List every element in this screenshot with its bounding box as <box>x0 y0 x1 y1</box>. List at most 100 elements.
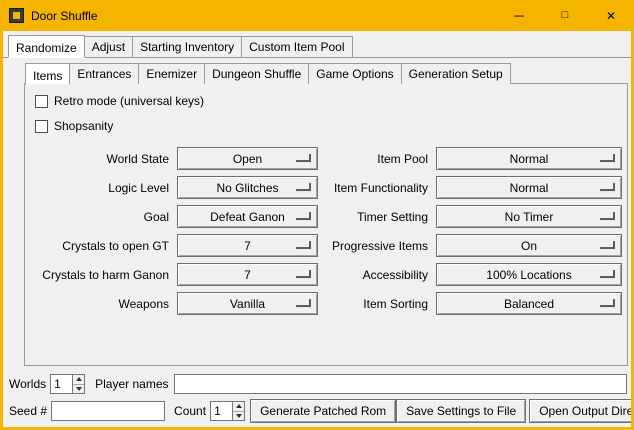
weapons-dropdown[interactable]: Vanilla <box>177 292 318 315</box>
dropdown-indicator-icon <box>600 299 615 307</box>
minimize-button[interactable]: ─ <box>496 0 542 31</box>
dropdown-indicator-icon <box>296 241 311 249</box>
goal-label: Goal <box>25 210 177 224</box>
dropdown-indicator-icon <box>600 241 615 249</box>
crystals-open-gt-label: Crystals to open GT <box>25 239 177 253</box>
close-icon: ✕ <box>606 9 616 23</box>
dropdown-indicator-icon <box>296 299 311 307</box>
world-state-dropdown[interactable]: Open <box>177 147 318 170</box>
outer-tab-bar: Randomize Adjust Starting Inventory Cust… <box>3 35 631 58</box>
generate-patched-rom-button[interactable]: Generate Patched Rom <box>250 399 396 423</box>
tab-custom-item-pool[interactable]: Custom Item Pool <box>241 36 352 57</box>
item-pool-dropdown[interactable]: Normal <box>436 147 622 170</box>
app-icon <box>9 8 24 23</box>
goal-value: Defeat Ganon <box>210 210 285 224</box>
tab-starting-inventory[interactable]: Starting Inventory <box>132 36 242 57</box>
tab-randomize[interactable]: Randomize <box>8 35 85 58</box>
world-state-value: Open <box>233 152 262 166</box>
timer-setting-dropdown[interactable]: No Timer <box>436 205 622 228</box>
count-label: Count <box>174 404 206 418</box>
count-input[interactable] <box>210 401 232 421</box>
accessibility-value: 100% Locations <box>486 268 571 282</box>
spin-down-button[interactable] <box>233 411 244 421</box>
tab-adjust[interactable]: Adjust <box>84 36 133 57</box>
tab-entrances[interactable]: Entrances <box>69 63 139 84</box>
app-window: Door Shuffle ─ □ ✕ Randomize Adjust Star… <box>0 0 634 430</box>
inner-tab-bar: Items Entrances Enemizer Dungeon Shuffle… <box>25 62 510 84</box>
client-area: Randomize Adjust Starting Inventory Cust… <box>3 31 631 427</box>
progressive-items-dropdown[interactable]: On <box>436 234 622 257</box>
retro-mode-row: Retro mode (universal keys) <box>35 93 627 109</box>
seed-label: Seed # <box>9 404 47 418</box>
item-functionality-value: Normal <box>510 181 549 195</box>
spin-up-button[interactable] <box>233 402 244 411</box>
logic-level-value: No Glitches <box>216 181 278 195</box>
minimize-icon: ─ <box>514 8 523 23</box>
option-row: Weapons Vanilla Item Sorting Balanced <box>25 289 627 318</box>
item-functionality-dropdown[interactable]: Normal <box>436 176 622 199</box>
spin-down-button[interactable] <box>73 384 84 394</box>
item-sorting-value: Balanced <box>504 297 554 311</box>
count-spinner <box>210 401 245 421</box>
goal-dropdown[interactable]: Defeat Ganon <box>177 205 318 228</box>
window-controls: ─ □ ✕ <box>496 0 634 31</box>
crystals-harm-ganon-value: 7 <box>244 268 251 282</box>
shopsanity-checkbox[interactable] <box>35 120 48 133</box>
option-grid: World State Open Item Pool Normal Logic … <box>25 144 627 318</box>
logic-level-label: Logic Level <box>25 181 177 195</box>
world-state-label: World State <box>25 152 177 166</box>
dropdown-indicator-icon <box>296 212 311 220</box>
option-row: Crystals to harm Ganon 7 Accessibility 1… <box>25 260 627 289</box>
logic-level-dropdown[interactable]: No Glitches <box>177 176 318 199</box>
arrow-up-icon <box>236 404 242 408</box>
arrow-down-icon <box>76 387 82 391</box>
weapons-label: Weapons <box>25 297 177 311</box>
tab-enemizer[interactable]: Enemizer <box>138 63 205 84</box>
tab-game-options[interactable]: Game Options <box>308 63 401 84</box>
item-pool-value: Normal <box>510 152 549 166</box>
tab-dungeon-shuffle[interactable]: Dungeon Shuffle <box>204 63 309 84</box>
dropdown-indicator-icon <box>600 154 615 162</box>
retro-mode-label: Retro mode (universal keys) <box>54 94 204 108</box>
tab-items[interactable]: Items <box>25 63 70 85</box>
worlds-label: Worlds <box>9 377 46 391</box>
item-functionality-label: Item Functionality <box>318 181 436 195</box>
worlds-spinner <box>50 374 85 394</box>
items-pane: Retro mode (universal keys) Shopsanity W… <box>24 83 628 366</box>
shopsanity-row: Shopsanity <box>35 118 627 134</box>
seed-input[interactable] <box>51 401 165 421</box>
save-settings-button[interactable]: Save Settings to File <box>396 399 526 423</box>
item-pool-label: Item Pool <box>318 152 436 166</box>
worlds-row: Worlds Player names <box>9 373 627 395</box>
player-names-input[interactable] <box>174 374 628 394</box>
seed-row: Seed # Count Generate Patched Rom Save S… <box>9 399 627 423</box>
option-row: Logic Level No Glitches Item Functionali… <box>25 173 627 202</box>
maximize-button[interactable]: □ <box>542 0 588 31</box>
titlebar[interactable]: Door Shuffle ─ □ ✕ <box>0 0 634 31</box>
accessibility-label: Accessibility <box>318 268 436 282</box>
dropdown-indicator-icon <box>600 270 615 278</box>
timer-setting-label: Timer Setting <box>318 210 436 224</box>
arrow-down-icon <box>236 414 242 418</box>
timer-setting-value: No Timer <box>505 210 554 224</box>
close-button[interactable]: ✕ <box>588 0 634 31</box>
crystals-harm-ganon-label: Crystals to harm Ganon <box>25 268 177 282</box>
window-title: Door Shuffle <box>31 9 98 23</box>
dropdown-indicator-icon <box>296 154 311 162</box>
dropdown-indicator-icon <box>296 270 311 278</box>
arrow-up-icon <box>76 377 82 381</box>
worlds-input[interactable] <box>50 374 72 394</box>
item-sorting-dropdown[interactable]: Balanced <box>436 292 622 315</box>
shopsanity-label: Shopsanity <box>54 119 113 133</box>
dropdown-indicator-icon <box>600 183 615 191</box>
crystals-open-gt-dropdown[interactable]: 7 <box>177 234 318 257</box>
accessibility-dropdown[interactable]: 100% Locations <box>436 263 622 286</box>
crystals-harm-ganon-dropdown[interactable]: 7 <box>177 263 318 286</box>
item-sorting-label: Item Sorting <box>318 297 436 311</box>
tab-generation-setup[interactable]: Generation Setup <box>401 63 511 84</box>
open-output-directory-button[interactable]: Open Output Directory <box>529 399 631 423</box>
spin-up-button[interactable] <box>73 375 84 384</box>
retro-mode-checkbox[interactable] <box>35 95 48 108</box>
crystals-open-gt-value: 7 <box>244 239 251 253</box>
option-row: Crystals to open GT 7 Progressive Items … <box>25 231 627 260</box>
